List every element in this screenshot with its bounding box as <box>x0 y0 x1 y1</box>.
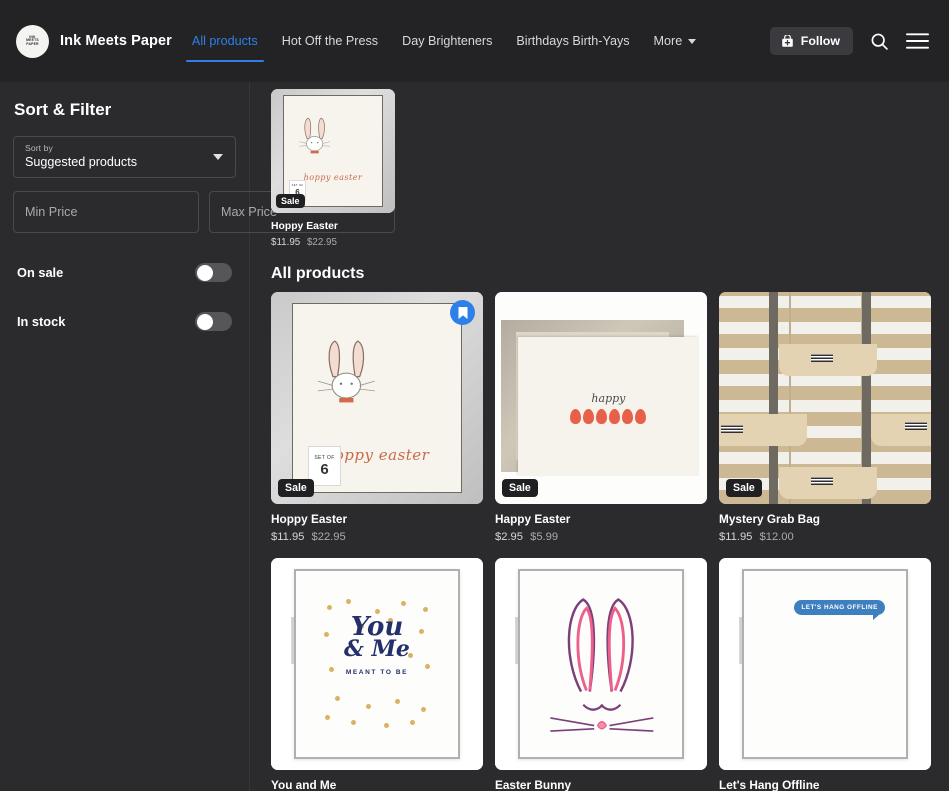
nav-item-hot-off-the-press[interactable]: Hot Off the Press <box>272 0 388 82</box>
product-grid: hoppy easter SET OF 6 Sale Hoppy Easter … <box>271 292 931 791</box>
product-card[interactable]: Sale Mystery Grab Bag $11.95 $12.00 <box>719 292 931 543</box>
product-thumbnail[interactable]: You & Me MEANT TO BE <box>271 558 483 770</box>
product-artwork-lets-hang-offline: LET'S HANG OFFLINE <box>719 558 931 770</box>
nav-item-more[interactable]: More <box>644 0 707 82</box>
compare-price: $22.95 <box>311 531 346 543</box>
logo-line-3: PAPER <box>26 41 39 46</box>
artwork-line-2: & Me <box>344 636 410 663</box>
product-thumbnail[interactable]: happy Sale <box>495 292 707 504</box>
product-title: Happy Easter <box>495 512 571 526</box>
nav-item-label: Day Brighteners <box>402 34 493 48</box>
set-of-count: 6 <box>320 461 329 479</box>
nav-item-label: More <box>653 34 683 48</box>
toggle-knob <box>196 264 213 281</box>
product-title: You and Me <box>271 778 337 791</box>
artwork-text-block: You & Me MEANT TO BE <box>296 615 457 677</box>
section-title-all-products: All products <box>271 265 365 282</box>
price-range-row <box>13 191 395 233</box>
easter-eggs-illustration <box>518 409 698 425</box>
sale-badge: Sale <box>278 479 314 497</box>
sort-by-label: Sort by <box>25 143 53 153</box>
product-thumbnail[interactable]: hoppy easter SET OF 6 Sale <box>271 292 483 504</box>
sort-and-filter-sidebar: Sort & Filter Sort by Suggested products… <box>0 82 395 791</box>
filter-on-sale-row: On sale <box>13 263 236 282</box>
toggle-knob <box>196 313 213 330</box>
product-card[interactable]: hoppy easter SET OF 6 Sale Hoppy Easter … <box>271 292 483 543</box>
on-sale-toggle[interactable] <box>195 263 232 282</box>
product-thumbnail[interactable] <box>495 558 707 770</box>
nav-item-label: Hot Off the Press <box>281 34 379 48</box>
product-thumbnail[interactable]: Sale <box>719 292 931 504</box>
product-title: Let's Hang Offline <box>719 778 820 791</box>
nav-item-day-brighteners[interactable]: Day Brighteners <box>392 0 502 82</box>
product-artwork-hoppy-easter: hoppy easter <box>271 292 483 504</box>
price: $2.95 <box>495 531 523 543</box>
chevron-down-icon <box>688 38 697 44</box>
follow-label: Follow <box>800 34 840 48</box>
search-button[interactable] <box>869 31 890 52</box>
sidebar-title: Sort & Filter <box>14 100 112 119</box>
menu-button[interactable] <box>906 32 929 50</box>
product-title: Mystery Grab Bag <box>719 512 820 526</box>
hamburger-menu-icon <box>906 33 929 49</box>
bunny-illustration-icon <box>299 117 331 154</box>
chevron-down-icon <box>213 154 223 160</box>
product-title: Easter Bunny <box>495 778 572 791</box>
in-stock-toggle[interactable] <box>195 312 232 331</box>
product-listing-main: hoppy easter SET OF 6 Sale Hoppy Easter … <box>251 82 949 791</box>
compare-price: $5.99 <box>530 531 559 543</box>
compare-price: $12.00 <box>759 531 794 543</box>
price: $11.95 <box>271 237 301 248</box>
artwork-text: happy <box>591 392 626 406</box>
featured-product-thumbnail[interactable]: hoppy easter SET OF 6 Sale <box>271 89 395 213</box>
price: $11.95 <box>271 531 305 543</box>
artwork-line-3: MEANT TO BE <box>345 669 409 677</box>
bunny-ears-illustration-icon <box>550 597 654 732</box>
product-artwork-mystery-grab-bag <box>719 292 931 504</box>
sale-badge: Sale <box>726 479 762 497</box>
product-card[interactable]: happy Sale Happy Easter $2.95 $5.99 <box>495 292 707 543</box>
nav-item-all-products[interactable]: All products <box>182 0 268 82</box>
product-artwork-you-and-me: You & Me MEANT TO BE <box>271 558 483 770</box>
product-prices: $2.95 $5.99 <box>495 531 707 543</box>
filter-in-stock-row: In stock <box>13 312 236 331</box>
site-header: INK MEETS PAPER Ink Meets Paper All prod… <box>0 0 949 82</box>
in-stock-label: In stock <box>17 314 66 329</box>
primary-nav: All products Hot Off the Press Day Brigh… <box>180 0 708 82</box>
product-thumbnail[interactable]: LET'S HANG OFFLINE <box>719 558 931 770</box>
featured-product-title: Hoppy Easter <box>271 221 338 232</box>
price: $11.95 <box>719 531 753 543</box>
sort-by-select[interactable]: Sort by Suggested products <box>13 136 236 178</box>
brand[interactable]: INK MEETS PAPER Ink Meets Paper <box>16 24 172 58</box>
product-card[interactable]: You & Me MEANT TO BE You and Me $5.99 <box>271 558 483 791</box>
product-card[interactable]: Easter Bunny $5.99 <box>495 558 707 791</box>
save-product-button[interactable] <box>450 300 475 325</box>
product-prices: $11.95 $12.00 <box>719 531 931 543</box>
sale-badge: Sale <box>502 479 538 497</box>
bookmark-icon <box>458 306 467 319</box>
follow-button[interactable]: Follow <box>769 27 853 55</box>
shop-name: Ink Meets Paper <box>60 33 172 49</box>
shop-plus-icon <box>781 34 793 47</box>
min-price-input[interactable] <box>13 191 199 233</box>
compare-price: $22.95 <box>306 237 337 248</box>
product-artwork-easter-bunny <box>495 558 707 770</box>
header-actions: Follow <box>769 27 935 55</box>
product-card[interactable]: LET'S HANG OFFLINE Let's Hang Offline $5… <box>719 558 931 791</box>
featured-product-prices: $11.95 $22.95 <box>271 237 395 248</box>
artwork-speech-bubble: LET'S HANG OFFLINE <box>794 600 885 621</box>
product-title: Hoppy Easter <box>271 512 348 526</box>
nav-item-birthdays-birth-yays[interactable]: Birthdays Birth-Yays <box>506 0 639 82</box>
bunny-illustration-icon <box>317 340 376 403</box>
product-prices: $11.95 $22.95 <box>271 531 483 543</box>
product-artwork-happy-easter: happy <box>495 292 707 504</box>
shop-logo: INK MEETS PAPER <box>16 24 49 58</box>
on-sale-label: On sale <box>17 265 64 280</box>
sale-badge: Sale <box>276 194 305 208</box>
search-icon <box>871 33 888 50</box>
nav-item-label: Birthdays Birth-Yays <box>516 34 630 48</box>
sort-by-value: Suggested products <box>25 155 138 169</box>
featured-product-card[interactable]: hoppy easter SET OF 6 Sale Hoppy Easter … <box>271 89 395 248</box>
nav-item-label: All products <box>191 34 258 48</box>
